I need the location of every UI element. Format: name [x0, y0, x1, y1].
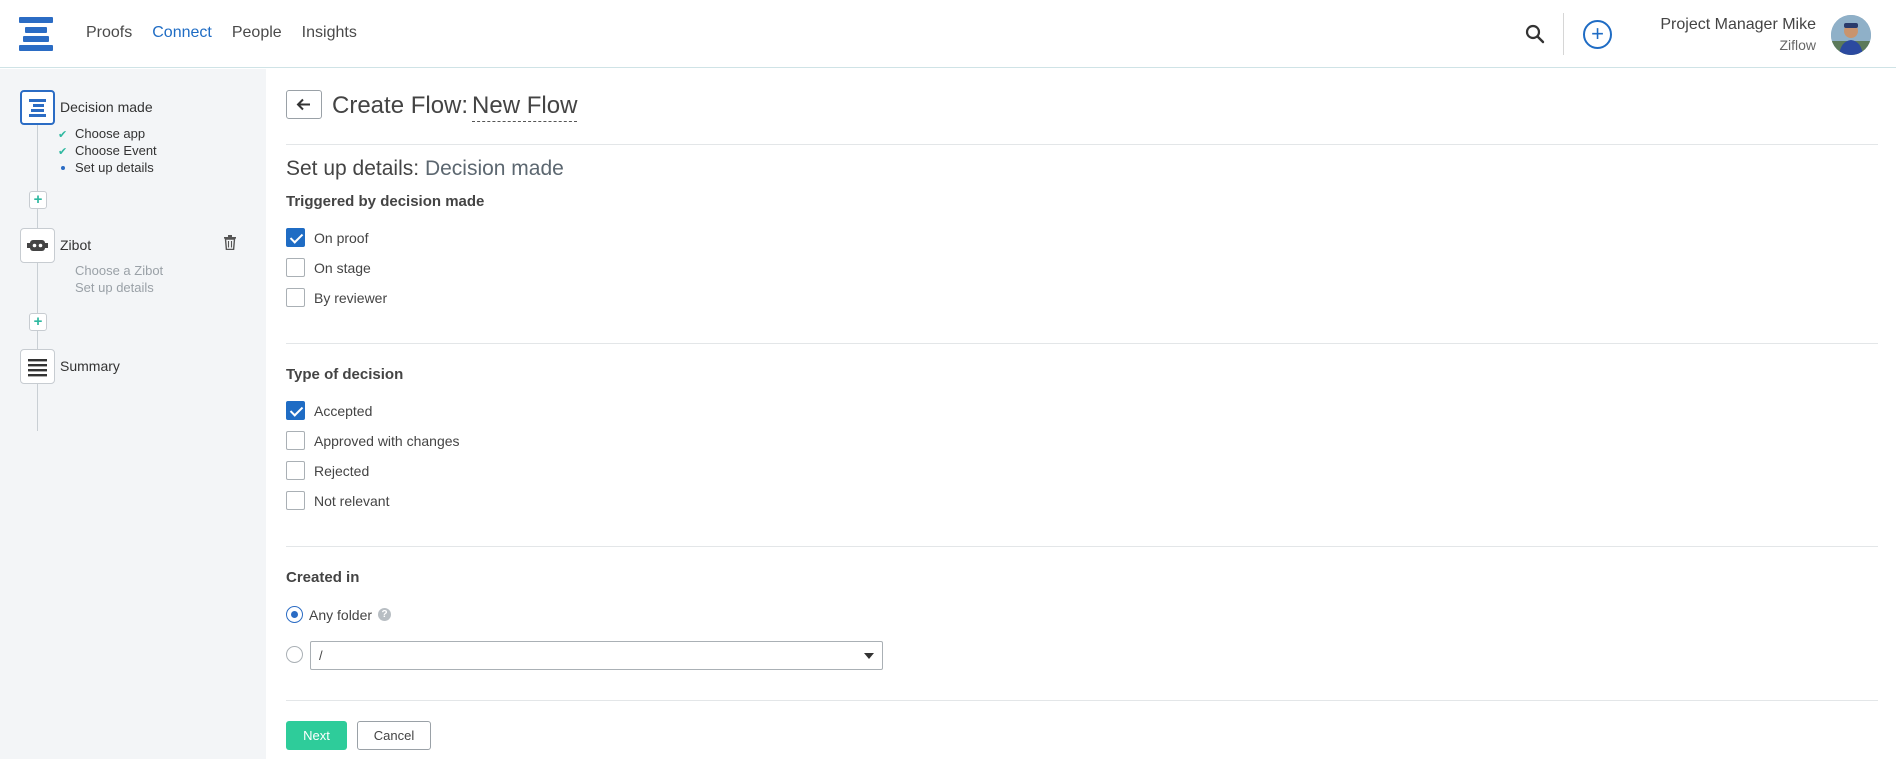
substep-choose-zibot[interactable]: Choose a Zibot — [75, 263, 163, 278]
chevron-down-icon — [864, 653, 874, 659]
page-title-prefix: Create Flow: — [332, 92, 469, 119]
option-accepted[interactable]: Accepted — [286, 401, 372, 420]
flow-trigger-icon[interactable] — [20, 90, 55, 125]
radio-specific-folder[interactable] — [286, 646, 303, 663]
flow-name-editable[interactable]: New Flow — [472, 92, 578, 122]
option-on-stage[interactable]: On stage — [286, 258, 371, 277]
divider — [286, 546, 1878, 547]
search-icon[interactable] — [1524, 23, 1546, 45]
current-step-dot-icon — [61, 166, 65, 170]
option-specific-folder[interactable] — [286, 646, 303, 663]
divider — [286, 700, 1878, 701]
step-title-summary[interactable]: Summary — [60, 358, 120, 374]
folder-select[interactable]: / — [310, 641, 883, 670]
user-organization: Ziflow — [1779, 37, 1816, 53]
substep-set-up-details[interactable]: Set up details — [75, 160, 154, 175]
step-title-zibot[interactable]: Zibot — [60, 237, 91, 253]
add-new-icon[interactable]: + — [1583, 20, 1612, 49]
decision-type-group-label: Type of decision — [286, 366, 404, 383]
back-button[interactable] — [286, 90, 322, 119]
divider — [286, 343, 1878, 344]
top-nav-bar: Proofs Connect People Insights + Project… — [0, 0, 1896, 68]
nav-divider — [1563, 13, 1564, 55]
option-rejected[interactable]: Rejected — [286, 461, 369, 480]
nav-proofs[interactable]: Proofs — [86, 24, 132, 42]
check-icon: ✔ — [58, 129, 68, 141]
summary-list-icon[interactable] — [20, 349, 55, 384]
avatar[interactable] — [1831, 15, 1871, 55]
created-in-group-label: Created in — [286, 569, 360, 586]
option-approved-with-changes[interactable]: Approved with changes — [286, 431, 460, 450]
add-step-button[interactable]: + — [29, 191, 47, 209]
trash-icon[interactable] — [223, 235, 237, 251]
substep-zibot-set-up-details[interactable]: Set up details — [75, 280, 154, 295]
checkbox-rejected[interactable] — [286, 461, 305, 480]
substep-choose-event[interactable]: Choose Event — [75, 143, 157, 158]
divider — [286, 144, 1878, 145]
option-any-folder[interactable]: Any folder ? — [286, 606, 392, 623]
section-title: Set up details: Decision made — [286, 157, 564, 180]
checkbox-by-reviewer[interactable] — [286, 288, 305, 307]
robot-icon[interactable] — [20, 228, 55, 263]
nav-insights[interactable]: Insights — [302, 24, 357, 42]
user-name[interactable]: Project Manager Mike — [1660, 16, 1816, 34]
radio-any-folder[interactable] — [286, 606, 303, 623]
nav-connect[interactable]: Connect — [152, 24, 212, 42]
option-not-relevant[interactable]: Not relevant — [286, 491, 389, 510]
checkbox-accepted[interactable] — [286, 401, 305, 420]
substep-choose-app[interactable]: Choose app — [75, 126, 145, 141]
help-icon[interactable]: ? — [378, 608, 392, 621]
cancel-button[interactable]: Cancel — [357, 721, 431, 750]
triggered-group-label: Triggered by decision made — [286, 193, 485, 210]
main-nav: Proofs Connect People Insights — [86, 24, 357, 42]
add-step-button[interactable]: + — [29, 313, 47, 331]
arrow-left-icon — [296, 98, 310, 111]
nav-people[interactable]: People — [232, 24, 282, 42]
next-button[interactable]: Next — [286, 721, 347, 750]
page-title: Create Flow: New Flow — [332, 92, 578, 122]
checkbox-on-stage[interactable] — [286, 258, 305, 277]
flow-steps-sidebar: Decision made ✔ Choose app ✔ Choose Even… — [0, 69, 266, 759]
checkbox-not-relevant[interactable] — [286, 491, 305, 510]
option-on-proof[interactable]: On proof — [286, 228, 368, 247]
flow-editor-main: Create Flow: New Flow Set up details: Dec… — [286, 69, 1878, 759]
step-title-decision-made[interactable]: Decision made — [60, 99, 153, 115]
check-icon: ✔ — [58, 146, 68, 158]
ziflow-logo-icon[interactable] — [19, 17, 53, 51]
checkbox-on-proof[interactable] — [286, 228, 305, 247]
option-by-reviewer[interactable]: By reviewer — [286, 288, 387, 307]
checkbox-approved-with-changes[interactable] — [286, 431, 305, 450]
